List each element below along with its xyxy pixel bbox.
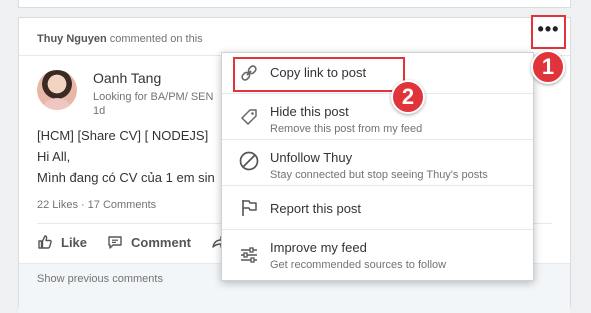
annotation-marker-2: 2 xyxy=(391,80,425,114)
thumbs-up-icon xyxy=(38,235,52,249)
activity-header: Thuy Nguyen commented on this xyxy=(37,33,203,45)
post-text-line: [HCM] [Share CV] [ NODEJS] xyxy=(37,128,209,143)
author-name[interactable]: Oanh Tang xyxy=(93,70,161,86)
social-actions: Like Comment xyxy=(37,232,235,252)
comment-button[interactable]: Comment xyxy=(107,234,191,250)
tag-icon xyxy=(238,106,260,128)
menu-item-hide-post[interactable]: Hide this post Remove this post from my … xyxy=(222,94,533,139)
post-time: 1d xyxy=(93,105,106,117)
menu-item-subtitle: Stay connected but stop seeing Thuy's po… xyxy=(270,169,488,181)
previous-card-edge xyxy=(18,0,571,8)
menu-item-title: Report this post xyxy=(270,201,362,216)
actor-name[interactable]: Thuy Nguyen xyxy=(37,33,107,45)
comment-label: Comment xyxy=(131,234,191,250)
likes-count[interactable]: 22 Likes xyxy=(37,199,78,211)
like-label: Like xyxy=(61,234,88,250)
flag-icon xyxy=(238,197,260,219)
separator: · xyxy=(80,199,85,211)
card-header: Thuy Nguyen commented on this xyxy=(19,18,570,56)
author-headline: Looking for BA/PM/ SEN xyxy=(93,91,214,103)
menu-item-title: Improve my feed xyxy=(270,240,367,255)
comment-icon xyxy=(108,236,122,249)
post-text-line: Mình đang có CV của 1 em sin xyxy=(37,170,215,185)
comments-count[interactable]: 17 Comments xyxy=(88,199,156,211)
copy-link-highlight xyxy=(233,57,405,92)
menu-item-subtitle: Get recommended sources to follow xyxy=(270,259,447,271)
annotation-marker-1: 1 xyxy=(531,50,565,84)
more-options-button[interactable]: ••• xyxy=(531,15,566,49)
social-counts: 22 Likes · 17 Comments xyxy=(37,199,156,211)
menu-item-improve-feed[interactable]: Improve my feed Get recommended sources … xyxy=(222,230,533,281)
like-button[interactable]: Like xyxy=(37,234,87,250)
avatar[interactable] xyxy=(37,70,77,110)
show-previous-comments-link[interactable]: Show previous comments xyxy=(37,273,163,285)
menu-item-title: Hide this post xyxy=(270,104,349,119)
block-icon xyxy=(238,150,260,172)
menu-item-subtitle: Remove this post from my feed xyxy=(270,123,423,135)
post-text-line: Hi All, xyxy=(37,149,71,164)
menu-item-report[interactable]: Report this post xyxy=(222,186,533,229)
menu-item-title: Unfollow Thuy xyxy=(270,150,353,165)
ellipsis-icon: ••• xyxy=(537,19,560,39)
menu-item-unfollow[interactable]: Unfollow Thuy Stay connected but stop se… xyxy=(222,140,533,185)
sliders-icon xyxy=(238,244,260,266)
activity-text: commented on this xyxy=(106,33,203,45)
